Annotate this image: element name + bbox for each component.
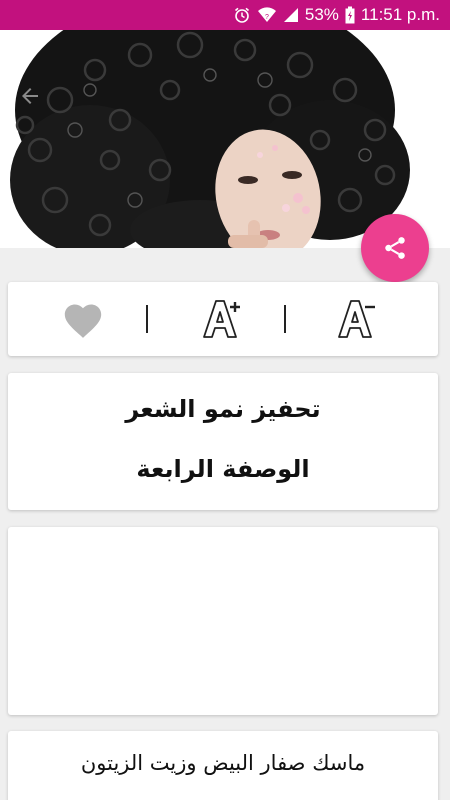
font-increase-icon	[203, 300, 240, 338]
svg-text:?: ?	[265, 14, 269, 21]
signal-icon	[283, 7, 299, 23]
share-button[interactable]	[361, 214, 429, 282]
wifi-icon: ?	[257, 6, 277, 24]
battery-percent: 53%	[304, 5, 339, 24]
alarm-icon	[233, 6, 251, 24]
font-decrease-icon	[338, 300, 375, 338]
article-title: تحفيز نمو الشعر	[125, 395, 321, 423]
article-subtitle: الوصفة الرابعة	[136, 455, 310, 483]
share-icon	[385, 237, 405, 259]
status-bar: ? 53% 11:51 p.m.	[0, 0, 450, 30]
content-card	[8, 527, 438, 715]
increase-font-button[interactable]	[198, 296, 244, 342]
back-arrow-icon[interactable]	[18, 84, 42, 108]
divider	[146, 305, 148, 333]
divider	[284, 305, 286, 333]
actions-card	[8, 282, 438, 356]
battery-icon	[345, 6, 355, 24]
title-card: تحفيز نمو الشعر الوصفة الرابعة	[8, 373, 438, 510]
menu-icon[interactable]	[396, 86, 420, 104]
section-card: ماسك صفار البيض وزيت الزيتون	[8, 731, 438, 800]
favorite-button[interactable]	[60, 296, 106, 342]
decrease-font-button[interactable]	[333, 296, 379, 342]
heart-icon	[64, 304, 102, 338]
section-heading: ماسك صفار البيض وزيت الزيتون	[80, 751, 366, 775]
clock: 11:51 p.m.	[360, 5, 440, 24]
